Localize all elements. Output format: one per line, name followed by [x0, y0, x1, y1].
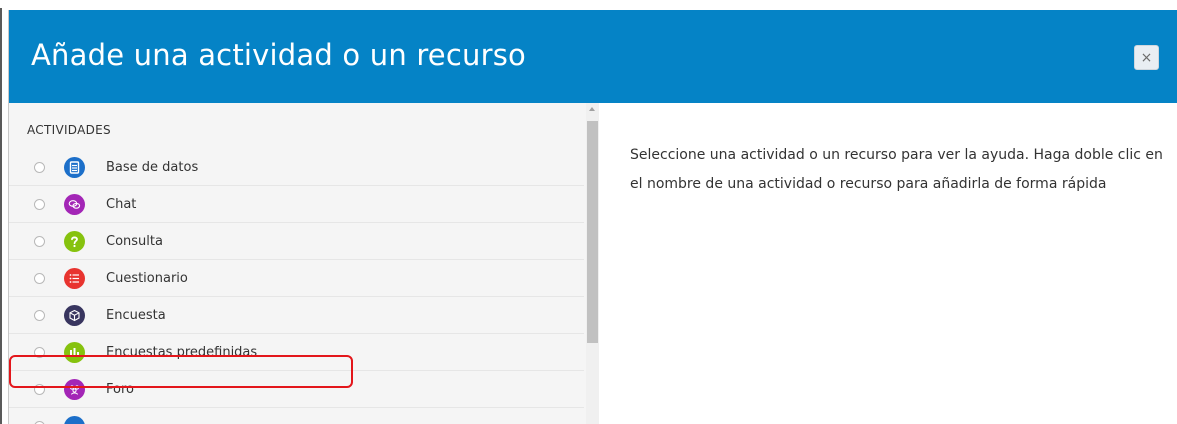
section-label-activities: ACTIVIDADES: [27, 123, 111, 137]
database-icon: [64, 157, 85, 178]
activity-label: Base de datos: [106, 160, 199, 175]
activity-label: Consulta: [106, 234, 163, 249]
activity-item-base-de-datos[interactable]: Base de datos: [9, 149, 584, 186]
quiz-list-icon: [64, 268, 85, 289]
help-text: Seleccione una actividad o un recurso pa…: [630, 147, 1163, 192]
scroll-thumb[interactable]: [587, 121, 598, 343]
scroll-up-arrow-icon[interactable]: [589, 107, 595, 111]
survey-cube-icon: [64, 305, 85, 326]
help-panel: Seleccione una actividad o un recurso pa…: [600, 103, 1177, 424]
activity-item-chat[interactable]: Chat: [9, 186, 584, 223]
activity-item-foro[interactable]: Foro: [9, 371, 584, 408]
close-button[interactable]: ×: [1134, 45, 1159, 70]
activity-radio[interactable]: [34, 199, 45, 210]
activity-item-consulta[interactable]: Consulta: [9, 223, 584, 260]
activity-radio[interactable]: [34, 310, 45, 321]
activity-options-panel: ACTIVIDADES Base de datos Chat Consulta …: [9, 103, 599, 424]
modal-header: Añade una actividad o un recurso ×: [9, 10, 1177, 103]
options-scrollbar[interactable]: [586, 103, 599, 424]
modal-title: Añade una actividad o un recurso: [31, 38, 526, 72]
question-icon: [64, 231, 85, 252]
activity-radio[interactable]: [34, 384, 45, 395]
window-edge: [0, 8, 2, 424]
activity-label: Cuestionario: [106, 271, 188, 286]
browser-top-strip: [0, 0, 1177, 10]
activity-list: Base de datos Chat Consulta Cuestionario…: [9, 149, 584, 424]
activity-item-encuestas-predefinidas[interactable]: Encuestas predefinidas: [9, 334, 584, 371]
activity-label: Chat: [106, 197, 137, 212]
activity-item-cuestionario[interactable]: Cuestionario: [9, 260, 584, 297]
forum-people-icon: [64, 379, 85, 400]
activity-radio[interactable]: [34, 273, 45, 284]
bar-chart-icon: [64, 342, 85, 363]
activity-label: Foro: [106, 382, 134, 397]
activity-radio[interactable]: [34, 347, 45, 358]
activity-radio[interactable]: [34, 162, 45, 173]
activity-radio[interactable]: [34, 236, 45, 247]
next-activity-icon: [64, 416, 85, 424]
close-icon: ×: [1140, 49, 1153, 66]
chat-icon: [64, 194, 85, 215]
activity-item-next[interactable]: [9, 408, 584, 424]
activity-label: Encuestas predefinidas: [106, 345, 258, 360]
add-activity-modal: Añade una actividad o un recurso × ACTIV…: [8, 10, 1177, 424]
activity-label: Encuesta: [106, 308, 166, 323]
activity-item-encuesta[interactable]: Encuesta: [9, 297, 584, 334]
